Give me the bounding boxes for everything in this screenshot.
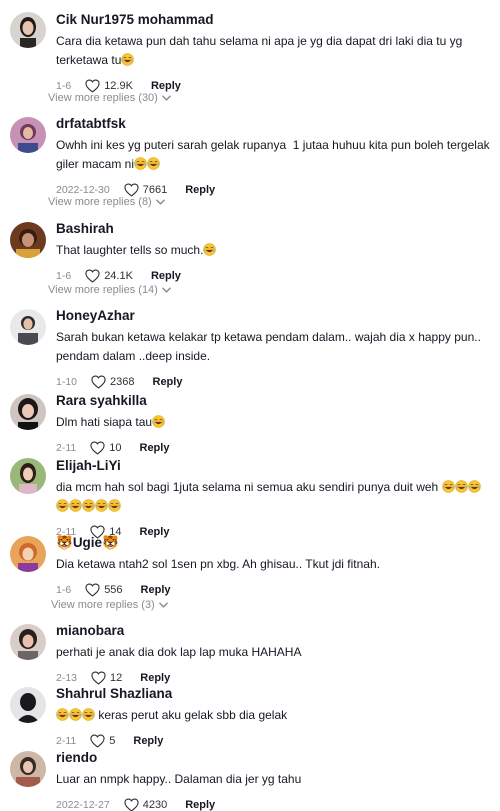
like-count: 4230 [142,799,168,811]
chevron-down-icon [162,95,171,102]
comment-username[interactable]: drfatabtfsk [56,115,492,133]
like-count: 24.1K [104,270,133,282]
comment-date: 2-11 [56,735,77,747]
chevron-down-icon [159,602,168,609]
comment-text: Cara dia ketawa pun dah tahu selama ni a… [56,34,463,67]
like-button[interactable]: 5 [90,734,115,748]
like-count: 556 [104,584,123,596]
chevron-down-icon [162,287,171,294]
reply-button[interactable]: Reply [151,80,181,92]
like-button[interactable]: 24.1K [85,269,133,283]
chevron-down-icon [156,199,165,206]
avatar[interactable] [10,222,46,258]
comment-username[interactable]: 🐯Ugie🐯 [56,534,492,552]
reply-button[interactable]: Reply [185,799,215,811]
reply-button[interactable]: Reply [151,270,181,282]
comment-date: 1-6 [56,270,72,282]
comment-text: keras perut aku gelak sbb dia gelak [56,706,492,725]
comment-date: 2022-12-30 [56,184,110,196]
laughing-emoji-icon [152,415,165,429]
comment-date: 1-6 [56,584,72,596]
comment-text: Dia ketawa ntah2 sol 1sen pn xbg. Ah ghi… [56,557,380,571]
comment-date: 2022-12-27 [56,799,110,811]
like-button[interactable]: 7661 [124,183,167,197]
heart-outline-icon [85,583,100,597]
comment-username[interactable]: Rara syahkilla [56,392,492,410]
comment-date: 2-11 [56,442,77,454]
like-count: 12 [110,672,123,684]
like-count: 2368 [110,376,135,388]
like-count: 5 [109,735,116,747]
avatar[interactable] [10,458,46,494]
comment-username[interactable]: Cik Nur1975 mohammad [56,11,492,29]
comment-text: Owhh ini kes yg puteri sarah gelak rupan… [56,138,490,171]
view-more-replies[interactable]: View more replies (3) [51,599,168,611]
reply-button[interactable]: Reply [133,735,163,747]
like-button[interactable]: 4230 [124,798,167,811]
comment-username[interactable]: HoneyAzhar [56,307,492,325]
like-count: 10 [109,442,122,454]
comment-username[interactable]: riendo [56,749,492,767]
comment-text: Luar an nmpk happy.. Dalaman dia jer yg … [56,772,302,786]
laughing-emoji-icon [56,708,95,722]
like-button[interactable]: 10 [90,441,122,455]
heart-outline-icon [124,183,139,197]
laughing-emoji-icon [203,243,216,257]
avatar[interactable] [10,394,46,430]
reply-button[interactable]: Reply [140,442,170,454]
laughing-emoji-icon [121,53,134,67]
comment-username[interactable]: Bashirah [56,220,492,238]
comment-date: 1-6 [56,80,72,92]
comment-text: perhati je anak dia dok lap lap muka HAH… [56,645,302,659]
heart-outline-icon [90,734,105,748]
heart-outline-icon [85,269,100,283]
reply-button[interactable]: Reply [153,376,183,388]
comment-text: Sarah bukan ketawa kelakar tp ketawa pen… [56,330,481,363]
avatar[interactable] [10,12,46,48]
comment-text: dia mcm hah sol bagi 1juta selama ni sem… [56,478,492,516]
heart-outline-icon [91,375,106,389]
view-more-replies[interactable]: View more replies (30) [48,92,171,104]
avatar[interactable] [10,536,46,572]
comment-text: Dlm hati siapa tau [56,413,492,432]
comment-username[interactable]: Shahrul Shazliana [56,685,492,703]
like-count: 7661 [142,184,168,196]
comment-username[interactable]: mianobara [56,622,492,640]
avatar[interactable] [10,687,46,723]
reply-button[interactable]: Reply [141,584,171,596]
reply-button[interactable]: Reply [140,672,170,684]
like-count: 12.9K [104,80,133,92]
comment-date: 1-10 [56,376,78,388]
avatar[interactable] [10,751,46,787]
avatar[interactable] [10,624,46,660]
like-button[interactable]: 556 [85,583,123,597]
comment-date: 2-13 [56,672,78,684]
laughing-emoji-icon [134,157,160,171]
like-button[interactable]: 12.9K [85,79,133,93]
heart-outline-icon [90,441,105,455]
heart-outline-icon [91,671,106,685]
comment-text: That laughter tells so much. [56,241,492,260]
heart-outline-icon [124,798,139,811]
like-button[interactable]: 2368 [91,375,135,389]
avatar[interactable] [10,117,46,153]
view-more-replies[interactable]: View more replies (8) [48,196,165,208]
tiger-emoji-icon: 🐯 [102,535,119,550]
heart-outline-icon [85,79,100,93]
tiger-emoji-icon: 🐯 [56,535,73,550]
avatar[interactable] [10,309,46,345]
reply-button[interactable]: Reply [185,184,215,196]
view-more-replies[interactable]: View more replies (14) [48,284,171,296]
like-button[interactable]: 12 [91,671,122,685]
comment-username[interactable]: Elijah-LiYi [56,457,492,475]
